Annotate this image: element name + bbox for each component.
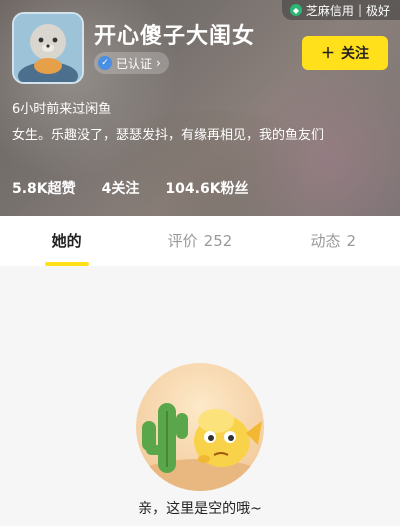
chevron-right-icon: › [156,56,161,70]
nickname: 开心傻子大闺女 [94,24,256,49]
plus-icon: ＋ [321,46,335,62]
credit-brand: 芝麻信用 [305,3,354,18]
stat-fans[interactable]: 104.6K粉丝 [165,178,248,198]
verified-icon: ✓ [98,56,112,70]
bio-text: 女生。乐趣没了，瑟瑟发抖，有缘再相见，我的鱼友们 [12,128,325,143]
tab-reviews[interactable]: 评价 252 [133,216,266,266]
verified-label: 已认证 [116,56,153,71]
avatar[interactable] [12,12,84,84]
verified-badge[interactable]: ✓ 已认证 › [94,52,169,74]
tab-content: 亲，这里是空的哦~ [0,266,400,526]
tab-activity[interactable]: 动态 2 [267,216,400,266]
credit-level: 极好 [365,3,390,18]
profile-tabs: 她的 评价 252 动态 2 [0,216,400,266]
stat-following[interactable]: 4关注 [102,178,140,198]
profile-header: ◆ 芝麻信用 | 极好 开心傻子大闺女 ✓ 已认证 › ＋ 关注 6小时前来过闲… [0,0,400,216]
seal-avatar-icon [14,14,82,82]
cactus-fish-icon [136,403,264,491]
last-active-text: 6小时前来过闲鱼 [12,102,112,117]
stat-likes[interactable]: 5.8K超赞 [12,178,76,198]
empty-state-message: 亲，这里是空的哦~ [138,501,262,517]
tab-hers[interactable]: 她的 [0,216,133,266]
zhima-credit-icon: ◆ [289,4,302,16]
empty-illustration [136,363,264,491]
follow-label: 关注 [341,46,369,62]
stats-row: 5.8K超赞 4关注 104.6K粉丝 [12,178,249,198]
follow-button[interactable]: ＋ 关注 [302,36,388,70]
credit-badge[interactable]: ◆ 芝麻信用 | 极好 [281,0,400,20]
